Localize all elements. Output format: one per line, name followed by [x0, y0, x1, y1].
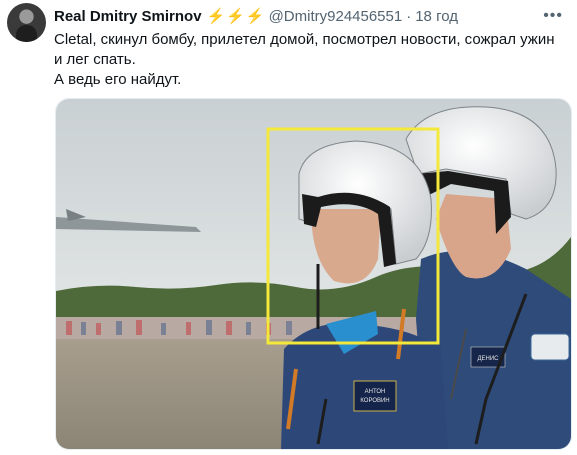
author-handle[interactable]: @Dmitry924456551	[269, 8, 403, 25]
timestamp[interactable]: 18 год	[415, 8, 458, 25]
photo-canvas: ДЕНИС АНТОН КОРОВИН	[56, 99, 571, 449]
tweet-text-line: А ведь его найдут.	[54, 71, 182, 88]
tweet-text-line: Сletal, скинул бомбу, прилетел домой, по…	[54, 31, 555, 48]
avatar[interactable]	[7, 3, 46, 42]
name-patch-left-line1: АНТОН	[365, 389, 386, 395]
tweet-photo[interactable]: ДЕНИС АНТОН КОРОВИН	[55, 98, 572, 450]
tweet-text: Сletal, скинул бомбу, прилетел домой, по…	[54, 30, 569, 90]
name-patch-right-text: ДЕНИС	[477, 356, 499, 362]
sleeve-patch-icon	[530, 333, 570, 361]
tweet-header: Real Dmitry Smirnov ⚡⚡⚡ @Dmitry924456551…	[54, 6, 537, 26]
name-patch-left-line2: КОРОВИН	[360, 398, 389, 404]
separator-dot: ·	[406, 7, 412, 25]
author-name[interactable]: Real Dmitry Smirnov	[54, 8, 202, 25]
lightning-badge-icon: ⚡⚡⚡	[206, 8, 266, 25]
name-patch-left	[353, 380, 397, 412]
more-icon[interactable]: •••	[543, 7, 563, 25]
tweet-text-line: и лег спать.	[54, 51, 136, 68]
